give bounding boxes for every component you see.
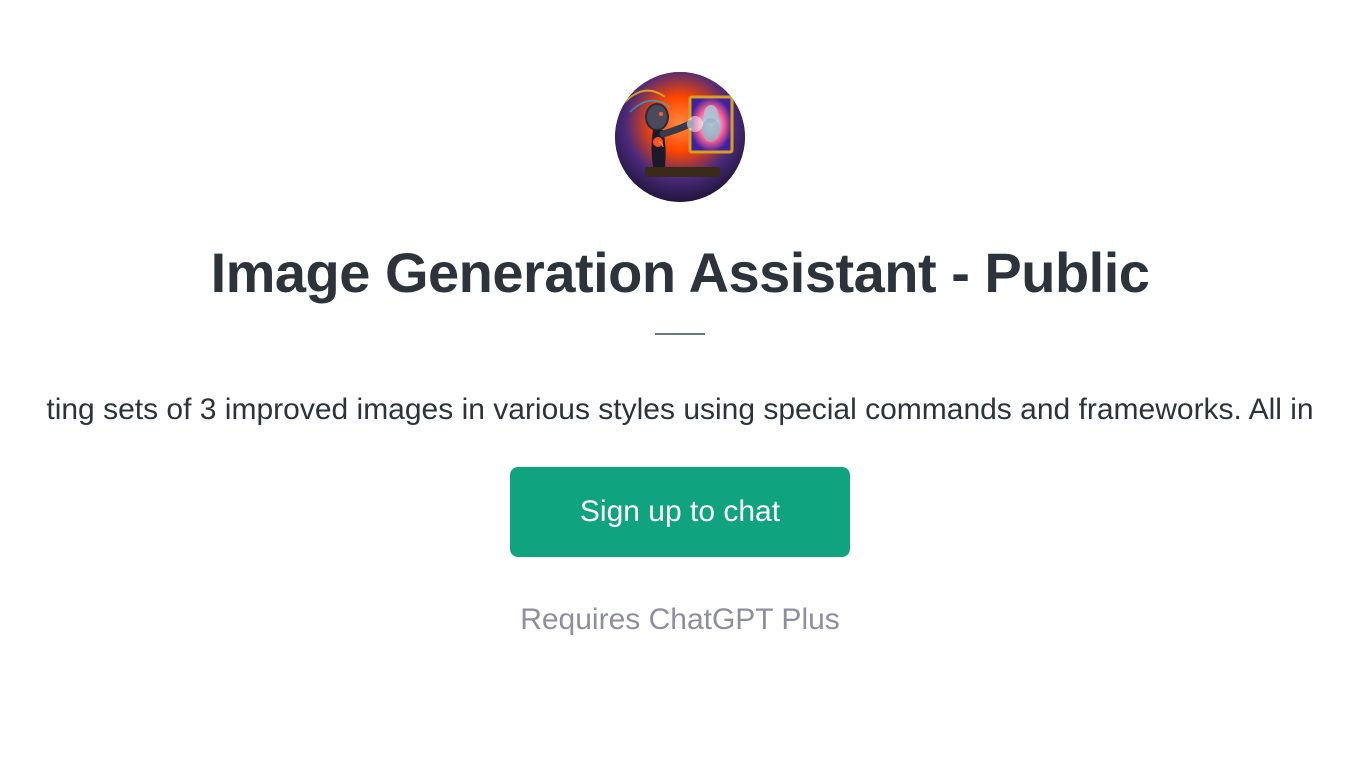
- page-title: Image Generation Assistant - Public: [211, 240, 1150, 305]
- signup-button[interactable]: Sign up to chat: [510, 467, 850, 557]
- requires-label: Requires ChatGPT Plus: [520, 603, 840, 637]
- gpt-avatar: [615, 72, 745, 202]
- gpt-description: ting sets of 3 improved images in variou…: [46, 393, 1313, 427]
- robot-painting-icon: [615, 72, 745, 202]
- title-divider: [655, 333, 705, 335]
